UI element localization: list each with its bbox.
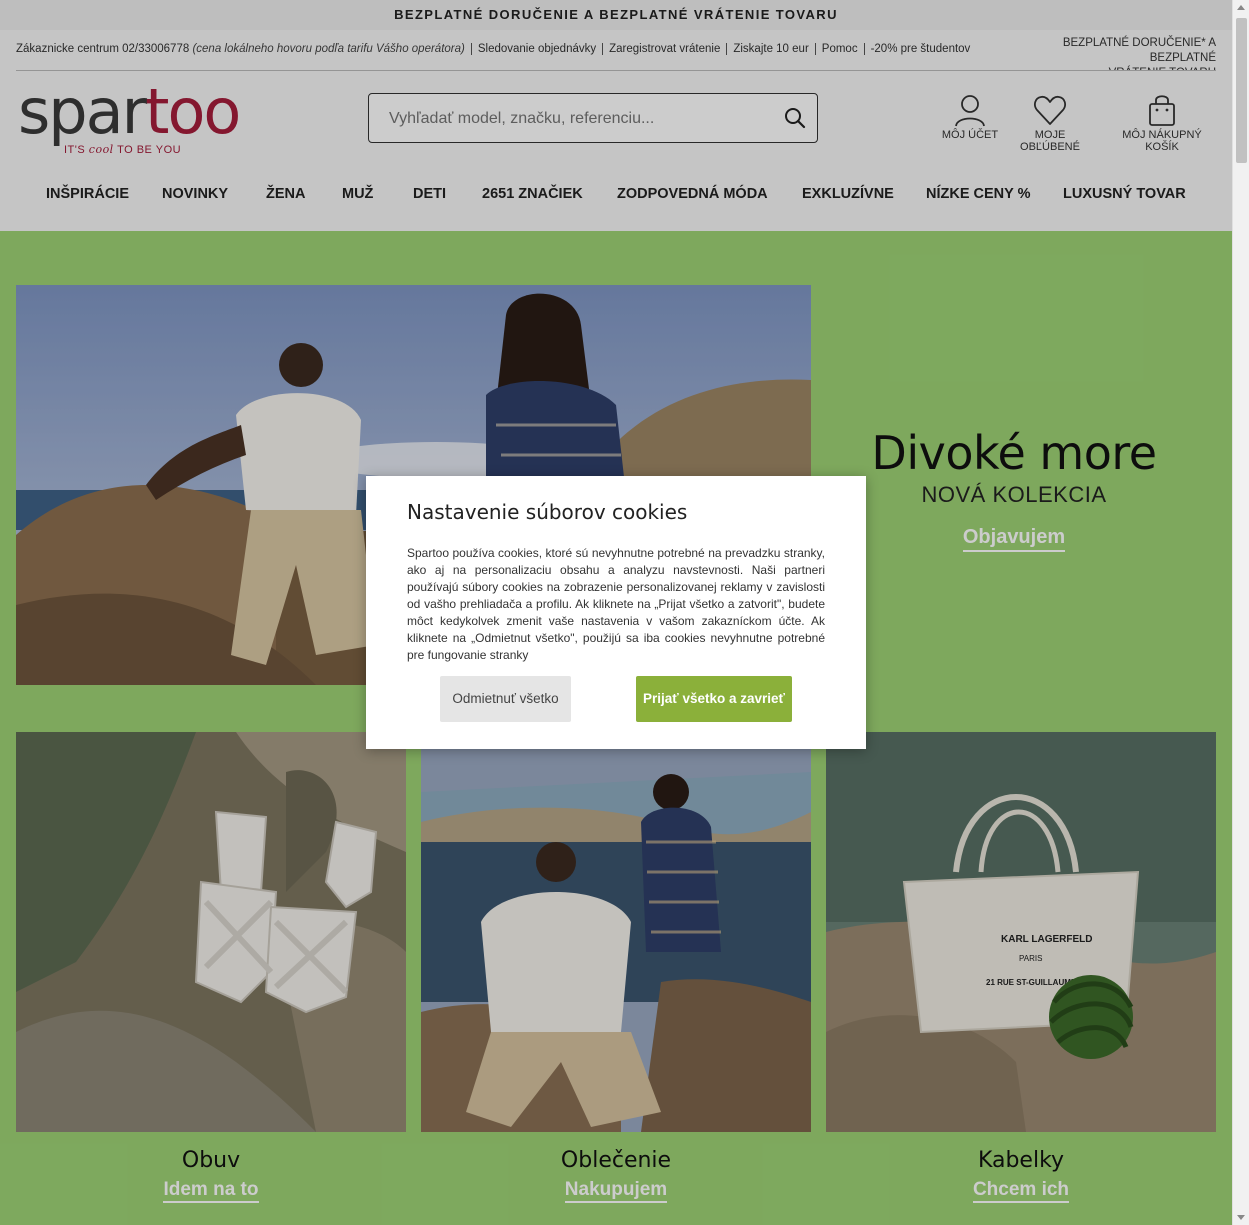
- cookie-modal-body: Spartoo používa cookies, ktoré sú nevyhn…: [407, 546, 825, 662]
- reject-all-button[interactable]: Odmietnuť všetko: [440, 676, 571, 722]
- cookie-modal-title: Nastavenie súborov cookies: [407, 500, 688, 524]
- vertical-scrollbar[interactable]: [1232, 0, 1249, 1225]
- scroll-down-icon[interactable]: [1237, 1215, 1245, 1220]
- cookie-modal: Nastavenie súborov cookies Spartoo použí…: [366, 476, 866, 749]
- page: BEZPLATNÉ DORUČENIE A BEZPLATNÉ VRÁTENIE…: [0, 0, 1232, 1225]
- scrollbar-thumb[interactable]: [1236, 18, 1247, 163]
- accept-all-button[interactable]: Prijať všetko a zavrieť: [636, 676, 792, 722]
- scroll-up-icon[interactable]: [1237, 5, 1245, 10]
